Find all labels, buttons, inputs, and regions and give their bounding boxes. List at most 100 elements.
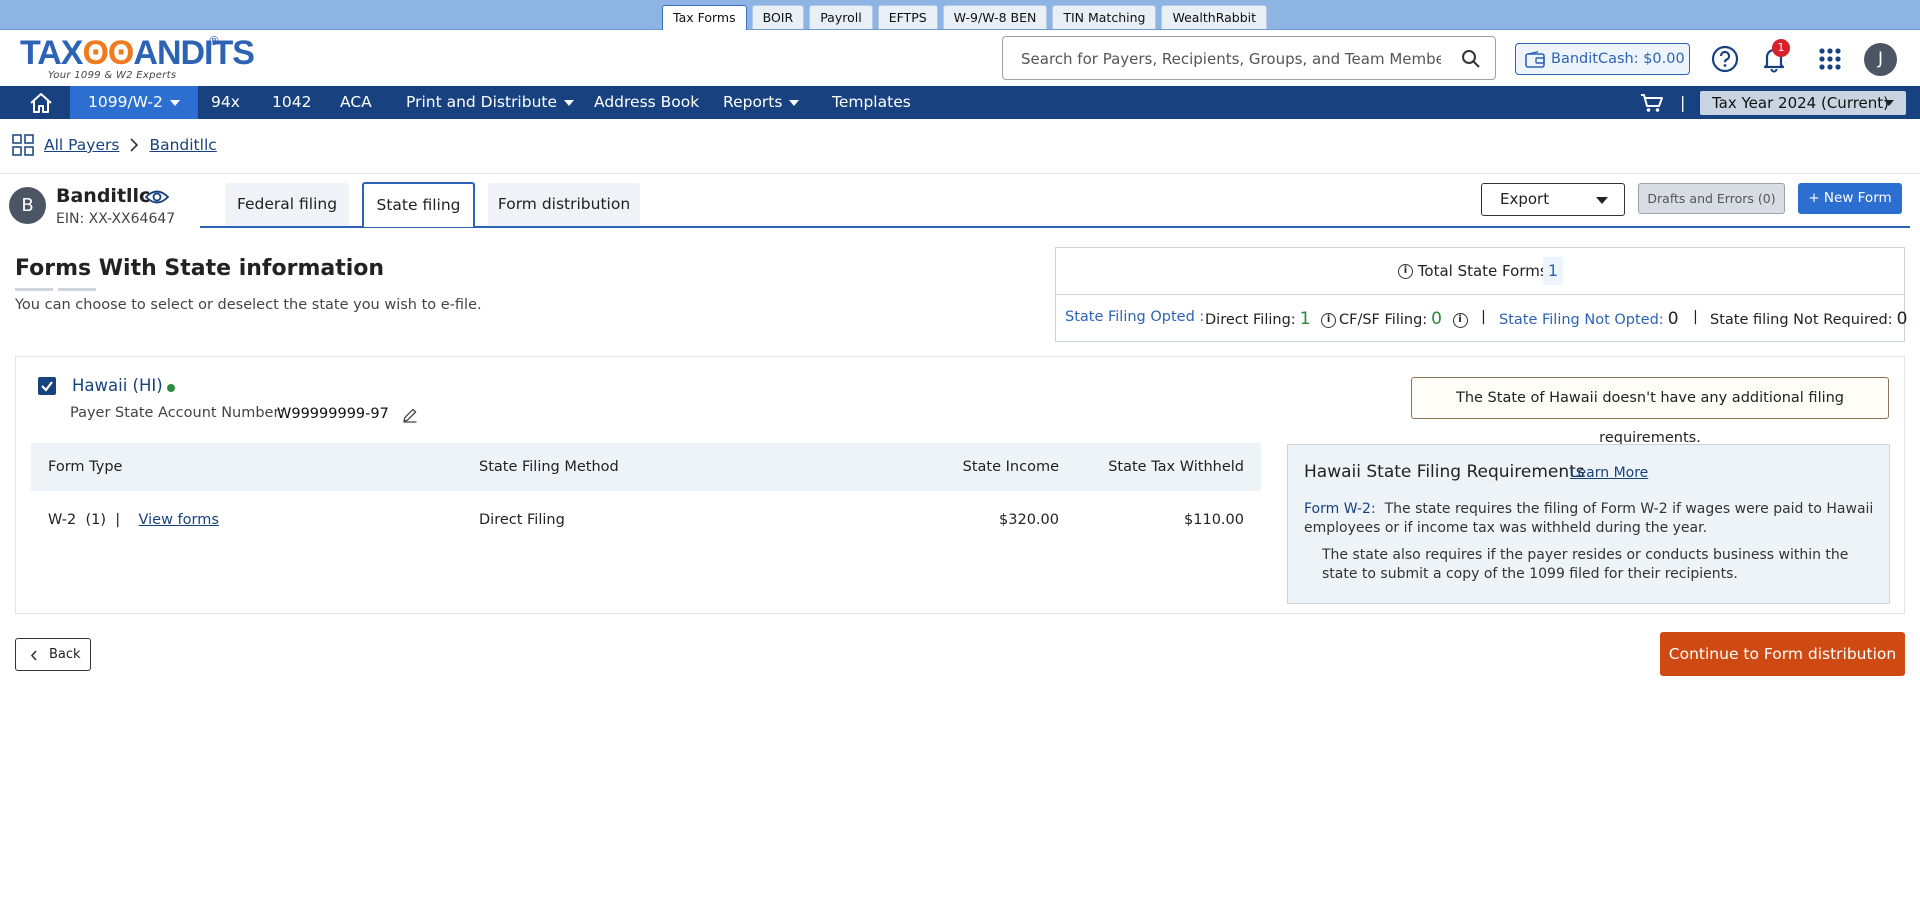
chevron-down-icon [564,99,575,106]
product-tab-wealthrabbit[interactable]: WealthRabbit [1161,5,1268,29]
drafts-errors-button[interactable]: Drafts and Errors (0) [1638,183,1785,214]
breadcrumb-all-payers[interactable]: All Payers [44,136,119,154]
info-icon[interactable]: i [1452,312,1468,328]
learn-more-link[interactable]: Learn More [1570,465,1648,481]
back-button[interactable]: Back [15,638,91,671]
nav-reports[interactable]: Reports [723,86,800,119]
nav-94x[interactable]: 94x [211,86,240,119]
nav-print-distribute[interactable]: Print and Distribute [406,86,575,119]
continue-button[interactable]: Continue to Form distribution [1660,632,1905,676]
direct-filing-count: 1 [1299,309,1311,329]
total-state-forms-value: 1 [1543,257,1563,285]
product-tab-payroll[interactable]: Payroll [809,5,873,29]
chevron-down-icon [1884,100,1894,106]
nav-address-book[interactable]: Address Book [594,86,699,119]
column-header-state-income: State Income [962,459,1059,475]
nav-1042[interactable]: 1042 [272,86,311,119]
search-box [1002,36,1496,80]
payer-name: Banditllc [56,185,151,207]
cfsf-filing-count: 0 [1431,309,1442,329]
separator: | [1693,309,1698,325]
chevron-down-icon [169,99,180,106]
user-avatar[interactable]: J [1864,43,1897,76]
banditcash-button[interactable]: BanditCash: $0.00 [1515,43,1690,75]
breadcrumb: All Payers Banditllc [12,133,217,157]
status-dot [167,384,175,392]
apps-grid-icon[interactable] [1815,44,1845,74]
not-opted-label: State Filing Not Opted: [1499,312,1664,328]
taxbandits-logo[interactable]: TAXʘʘANDITS ® Your 1099 & W2 Experts [20,34,255,82]
not-required-label: State filing Not Required: [1710,312,1893,328]
info-icon[interactable]: i [1321,312,1337,328]
section-title: Forms With State information [15,256,385,281]
product-strip: Tax Forms BOIR Payroll EFTPS W-9/W-8 BEN… [0,0,1920,30]
new-form-button[interactable]: + New Form [1798,183,1902,214]
not-required-count: 0 [1896,309,1908,329]
state-name: Hawaii (HI) [72,376,163,395]
state-checkbox[interactable] [38,377,56,395]
check-icon [41,381,53,392]
title-underline [58,288,96,291]
pencil-icon[interactable] [402,407,418,423]
table-header: Form Type State Filing Method State Inco… [31,443,1261,491]
nav-aca[interactable]: ACA [340,86,372,119]
requirements-text-2: The state also requires if the payer res… [1322,547,1849,582]
nav-separator: | [1680,93,1686,112]
section-subtitle: You can choose to select or deselect the… [15,297,482,313]
logo-text-b: ANDITS [133,34,255,72]
column-header-form-type: Form Type [48,459,123,475]
state-tax-withheld: $110.00 [1184,512,1244,528]
form-type: W-2 [48,512,77,528]
breadcrumb-payer[interactable]: Banditllc [149,136,216,154]
header: TAXʘʘANDITS ® Your 1099 & W2 Experts Ban… [0,30,1920,86]
cart-icon[interactable] [1640,93,1664,113]
chevron-left-icon [30,650,37,661]
product-tab-tin-matching[interactable]: TIN Matching [1052,5,1157,29]
not-opted-count: 0 [1667,309,1679,329]
export-dropdown[interactable]: Export [1481,183,1625,216]
product-tab-eftps[interactable]: EFTPS [877,5,938,29]
view-forms-link[interactable]: View forms [139,512,219,528]
requirements-text: The state requires the filing of Form W-… [1304,501,1874,536]
product-tab-w9-w8ben[interactable]: W-9/W-8 BEN [942,5,1048,29]
tab-federal-filing[interactable]: Federal filing [225,183,349,226]
nav-1099-w2[interactable]: 1099/W-2 [70,86,198,119]
logo-registered-mark: ® [208,34,220,48]
owl-logo-icon: ʘʘ [82,34,134,72]
state-note: The State of Hawaii doesn't have any add… [1411,377,1889,446]
form-w2-label: Form W-2: [1304,501,1376,517]
payer-avatar: B [9,187,46,224]
nav-templates[interactable]: Templates [832,86,911,119]
logo-tagline: Your 1099 & W2 Experts [48,70,177,81]
chevron-right-icon [130,138,139,152]
wallet-icon [1525,51,1545,68]
product-tabs: Tax Forms BOIR Payroll EFTPS W-9/W-8 BEN… [662,5,1268,30]
payer-ein: EIN: XX-XX64647 [56,211,176,227]
product-tab-boir[interactable]: BOIR [751,5,805,29]
tax-year-select[interactable]: Tax Year 2024 (Current) [1700,91,1906,115]
cfsf-filing-label: CF/SF Filing: [1339,312,1428,328]
help-icon[interactable] [1710,44,1740,74]
requirements-title: Hawaii State Filing Requirements [1304,462,1585,482]
form-count: (1) [85,512,106,528]
search-icon[interactable] [1461,49,1481,69]
home-icon[interactable] [29,92,53,114]
tab-form-distribution[interactable]: Form distribution [488,183,640,226]
account-number-value: W99999999-97 [277,406,389,422]
divider [0,173,1920,174]
column-header-state-tax-withheld: State Tax Withheld [1108,459,1244,475]
state-filing-opted-label: State Filing Opted : [1065,309,1205,325]
state-requirements-panel: Hawaii State Filing Requirements Learn M… [1287,444,1890,604]
state-totals-panel: i Total State Forms: 1 State Filing Opte… [1055,247,1908,342]
tab-state-filing[interactable]: State filing [362,182,475,227]
direct-filing-label: Direct Filing: [1205,312,1296,328]
filing-method: Direct Filing [479,512,565,528]
search-input[interactable] [1021,47,1441,71]
grid-icon[interactable] [12,134,34,156]
table-row: W-2 (1) | View forms Direct Filing $320.… [31,494,1261,548]
chevron-down-icon [1596,197,1608,204]
info-icon[interactable]: i [1398,264,1413,279]
notification-count-badge: 1 [1772,39,1790,57]
product-tab-tax-forms[interactable]: Tax Forms [662,5,747,30]
eye-icon[interactable] [145,187,169,207]
